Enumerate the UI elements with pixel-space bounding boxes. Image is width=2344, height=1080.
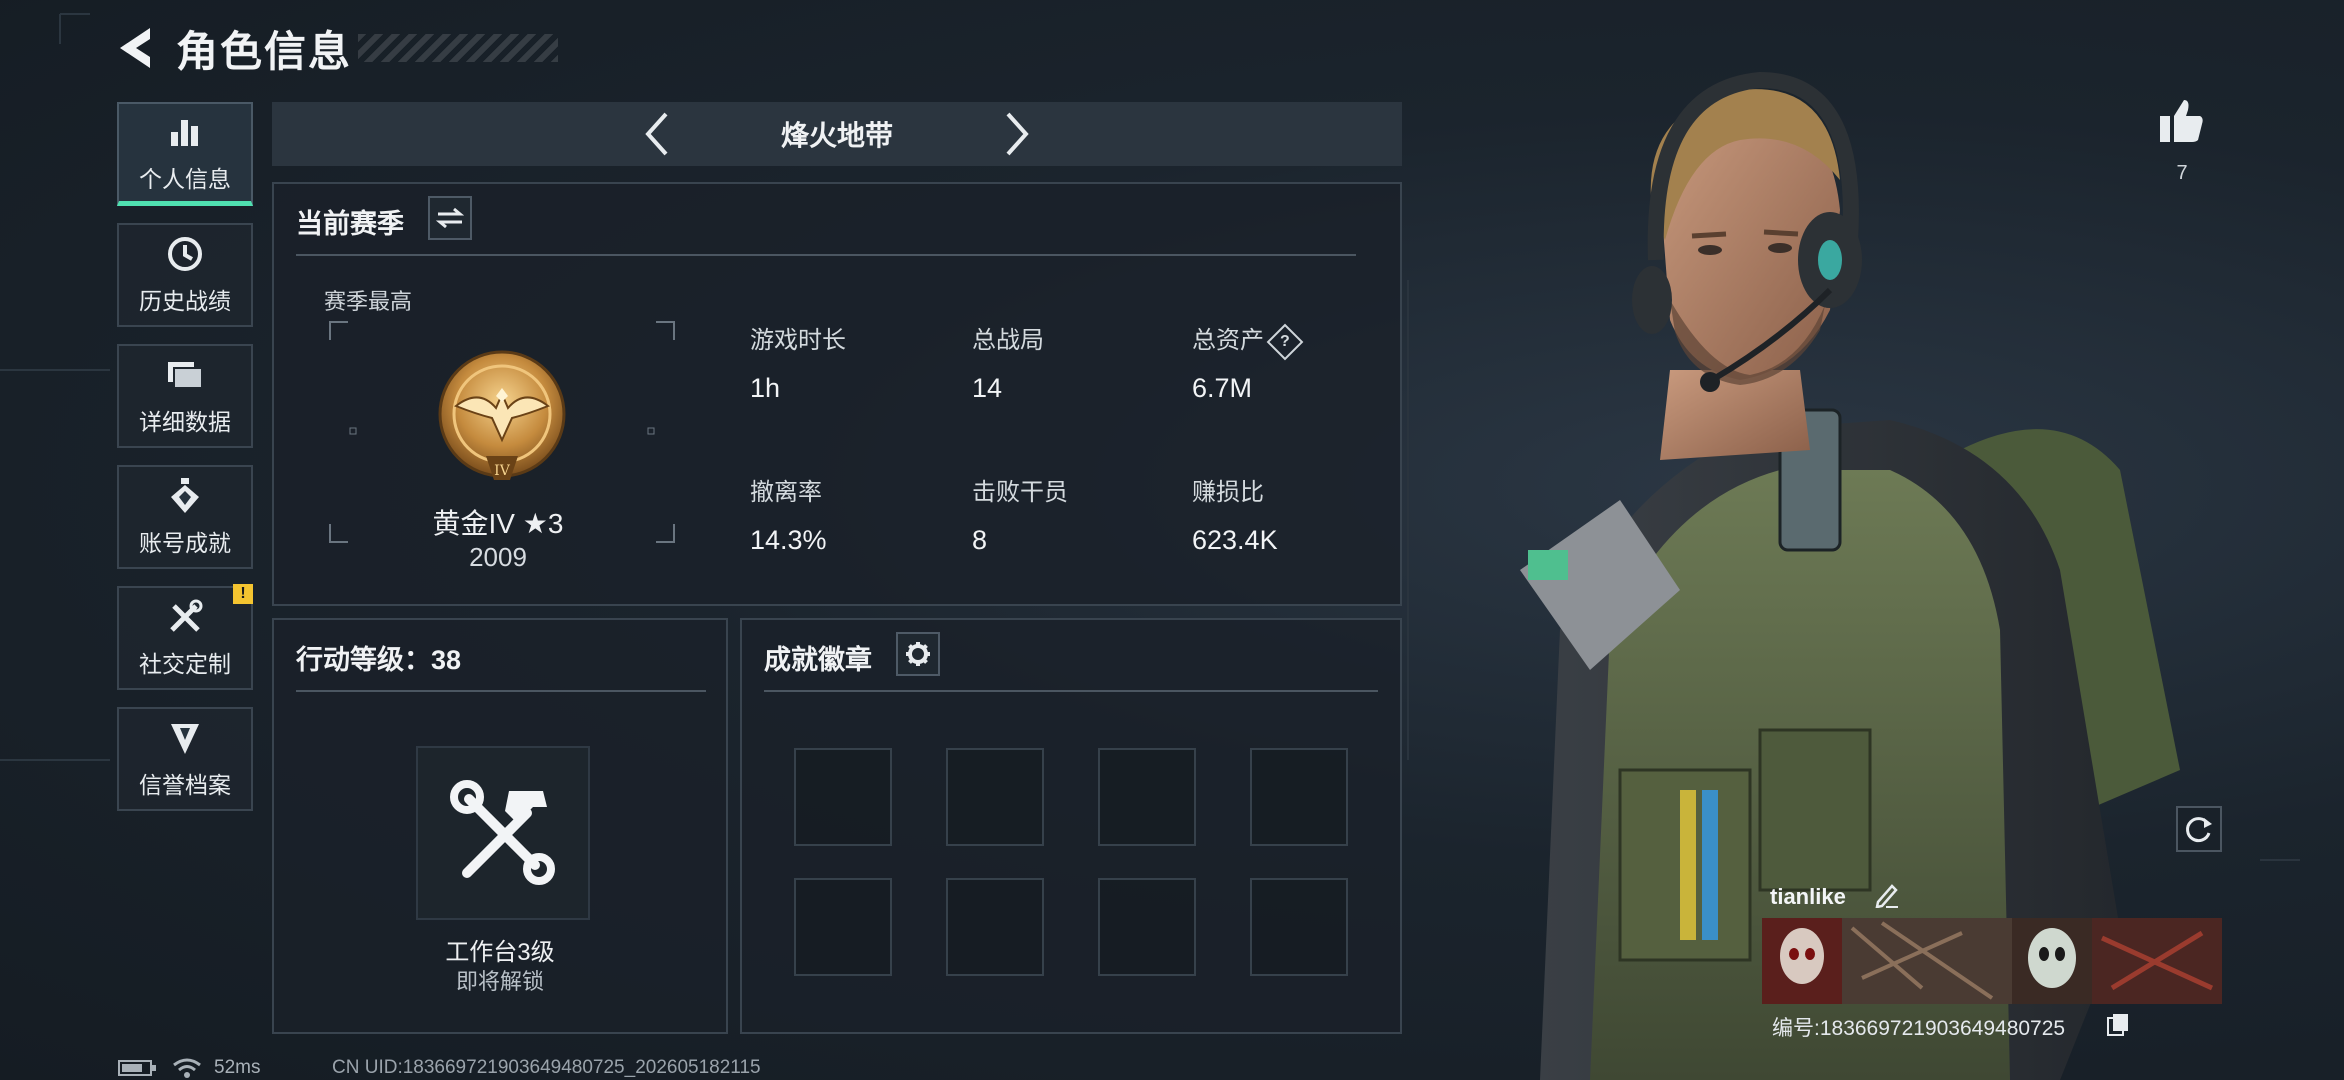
sidebar-item-label: 社交定制 — [139, 651, 231, 677]
badge-slot[interactable] — [1098, 748, 1196, 846]
title-decoration — [358, 34, 559, 62]
badge-slot[interactable] — [794, 878, 892, 976]
season-panel: 当前赛季 赛季最高 IV 黄金IV ★3 2009 游戏时长 1h 总战局 14 — [272, 182, 1402, 606]
stat-label: 总战局 — [972, 327, 1044, 354]
sidebar-item-details[interactable]: 详细数据 — [117, 344, 253, 448]
workbench-card[interactable] — [416, 746, 590, 920]
stat-profit-loss-ratio: 赚损比 623.4K — [1192, 472, 1278, 556]
mode-title: 烽火地带 — [780, 120, 893, 151]
help-glyph: ? — [1280, 332, 1290, 350]
help-icon[interactable]: ? — [1266, 323, 1304, 361]
sidebar-item-label: 账号成就 — [139, 530, 231, 556]
stat-value: 6.7M — [1192, 373, 1253, 403]
pencil-icon — [1875, 884, 1898, 909]
season-switch-button[interactable] — [428, 196, 472, 240]
gear-icon — [906, 642, 930, 666]
folder-icon — [165, 355, 205, 395]
player-name: tianlike — [1770, 884, 1846, 909]
divider — [764, 690, 1378, 692]
season-title: 当前赛季 — [296, 209, 404, 239]
stat-extraction-rate: 撤离率 14.3% — [750, 472, 827, 556]
action-level-panel: 行动等级：38 工作台3级 即将解锁 — [272, 618, 728, 1034]
thumbs-up-icon — [2160, 100, 2203, 142]
next-mode-button[interactable] — [987, 104, 1047, 164]
divider — [296, 690, 706, 692]
sidebar-item-achievements[interactable]: 账号成就 — [117, 465, 253, 569]
chevron-left-icon — [645, 112, 668, 156]
bar-chart-icon — [165, 112, 205, 152]
chevron-right-icon — [1006, 112, 1029, 156]
stat-operators-defeated: 击败干员 8 — [972, 472, 1068, 556]
refresh-icon — [2186, 817, 2212, 843]
badge-slot[interactable] — [1250, 878, 1348, 976]
hammer-wrench-icon — [450, 780, 555, 885]
copy-id-button[interactable] — [2106, 1012, 2130, 1036]
badge-slot[interactable] — [946, 748, 1044, 846]
stat-label: 总资产 — [1192, 327, 1264, 354]
swap-icon — [436, 207, 464, 229]
stat-value: 8 — [972, 525, 988, 555]
stat-total-matches: 总战局 14 — [972, 320, 1044, 404]
sidebar: 个人信息 历史战绩 详细数据 账号成就 ! 社交定制 信誉档案 — [117, 102, 253, 828]
action-level-title: 行动等级：38 — [296, 645, 462, 675]
stat-value: 1h — [750, 373, 781, 403]
divider — [296, 254, 1356, 256]
stat-label: 撤离率 — [750, 479, 822, 506]
medal-icon — [165, 476, 205, 516]
badge-slot[interactable] — [794, 748, 892, 846]
clock-icon — [165, 234, 205, 274]
stat-total-assets: 总资产? 6.7M — [1192, 320, 1304, 404]
achievement-badges-panel: 成就徽章 — [740, 618, 1402, 1034]
stat-label: 击败干员 — [972, 479, 1068, 506]
player-id: 编号:1836697219036494807​25 — [1772, 1017, 2066, 1040]
stat-label: 游戏时长 — [750, 327, 846, 354]
copy-icon — [2107, 1014, 2128, 1036]
mode-selector: 烽火地带 — [272, 102, 1402, 166]
like-button[interactable] — [2156, 96, 2206, 146]
sidebar-item-label: 个人信息 — [139, 165, 231, 192]
sidebar-item-label: 详细数据 — [139, 409, 231, 435]
rotate-model-button[interactable] — [2176, 806, 2222, 852]
ping-value: 52ms — [214, 1057, 261, 1078]
edit-name-button[interactable] — [1874, 882, 1902, 910]
svg-text:IV: IV — [494, 463, 511, 479]
sidebar-item-label: 历史战绩 — [139, 288, 231, 314]
wifi-icon — [173, 1058, 201, 1078]
uid-text: CN UID:183669721903649480725_20260518211… — [332, 1057, 761, 1078]
sidebar-item-reputation[interactable]: 信誉档案 — [117, 707, 253, 811]
sidebar-item-social[interactable]: ! 社交定制 — [117, 584, 253, 690]
shield-emblem-icon — [165, 718, 205, 758]
rank-name: 黄金IV ★3 — [432, 508, 564, 539]
season-best-label: 赛季最高 — [324, 289, 413, 314]
rank-score: 2009 — [469, 542, 527, 572]
stat-value: 14 — [972, 373, 1003, 403]
battery-icon — [118, 1060, 156, 1076]
page-header: 角色信息 — [110, 18, 559, 78]
gold-rank-medal-icon: IV — [438, 350, 566, 480]
stat-playtime: 游戏时长 1h — [750, 320, 846, 404]
badge-slot[interactable] — [1098, 878, 1196, 976]
player-name-card: tianlike — [1762, 878, 2222, 1004]
page-title: 角色信息 — [176, 27, 353, 75]
back-button[interactable] — [110, 22, 162, 74]
like-count: 7 — [2176, 162, 2188, 184]
status-bar: 52ms — [118, 1056, 260, 1080]
stat-value: 14.3% — [750, 525, 827, 555]
back-arrow-icon — [120, 28, 150, 68]
profile-banner[interactable] — [1762, 918, 2222, 1004]
workbench-status: 即将解锁 — [455, 969, 544, 994]
workbench-name: 工作台3级 — [445, 939, 555, 966]
stat-value: 623.4K — [1192, 525, 1278, 555]
badge-slot[interactable] — [1250, 748, 1348, 846]
sidebar-item-personal-info[interactable]: 个人信息 — [117, 102, 253, 206]
badge-settings-button[interactable] — [896, 632, 940, 676]
badge-slot[interactable] — [946, 878, 1044, 976]
sidebar-item-history[interactable]: 历史战绩 — [117, 223, 253, 327]
prev-mode-button[interactable] — [627, 104, 687, 164]
sidebar-item-label: 信誉档案 — [139, 772, 231, 798]
notification-badge: ! — [233, 584, 253, 604]
stat-label: 赚损比 — [1192, 479, 1264, 506]
tools-icon — [165, 597, 205, 637]
achievements-title: 成就徽章 — [764, 645, 872, 675]
